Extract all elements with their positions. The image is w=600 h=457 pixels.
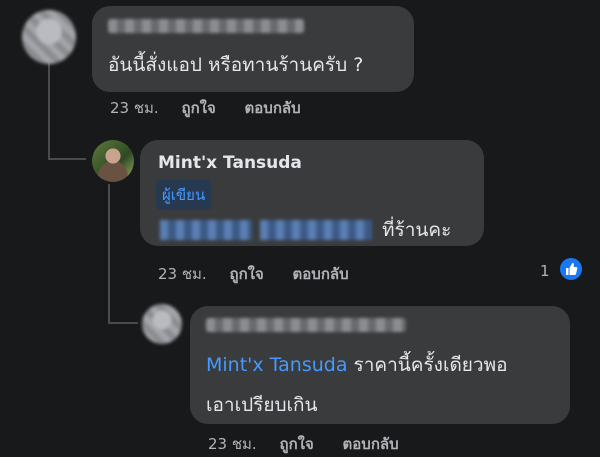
thumbs-up-icon[interactable] [558,256,584,282]
comment-text-line2: เอาเปรียบเกิน [206,394,318,416]
reply-button[interactable]: ตอบกลับ [245,99,301,117]
comment-text: ราคานี้ครั้งเดียวพอ [353,354,508,376]
mention-link[interactable]: Mint'x Tansuda [206,354,347,376]
timestamp[interactable]: 23 ชม. [208,435,257,453]
like-button[interactable]: ถูกใจ [279,435,313,453]
author-name-blurred[interactable] [108,19,304,33]
author-name-blurred[interactable] [206,318,406,332]
avatar[interactable] [22,10,76,64]
thread-line [108,322,138,324]
comment-meta: 23 ชม. ถูกใจ ตอบกลับ [110,96,301,120]
thread-line [48,62,50,160]
reply-button[interactable]: ตอบกลับ [343,435,399,453]
reply-button[interactable]: ตอบกลับ [293,265,349,283]
like-count[interactable]: 1 [540,262,550,280]
avatar[interactable] [142,304,182,344]
like-button[interactable]: ถูกใจ [229,265,263,283]
timestamp[interactable]: 23 ชม. [110,99,159,117]
author-name[interactable]: Mint'x Tansuda [158,153,302,173]
thread-line [48,158,86,160]
author-badge: ผู้เขียน [156,180,212,210]
comment-meta: 23 ชม. ถูกใจ ตอบกลับ [208,432,399,456]
comment-text: ที่ร้านคะ [382,219,452,241]
thread-line [108,184,110,324]
timestamp[interactable]: 23 ชม. [158,265,207,283]
blurred-link[interactable] [160,220,252,240]
comment-text: อันนี้สั่งแอป หรือทานร้านครับ ? [108,54,364,76]
blurred-link[interactable] [260,220,372,240]
avatar[interactable] [92,140,134,182]
like-button[interactable]: ถูกใจ [181,99,215,117]
comment-meta: 23 ชม. ถูกใจ ตอบกลับ [158,262,349,286]
comment-text-line1: Mint'x Tansuda ราคานี้ครั้งเดียวพอ [206,350,508,380]
